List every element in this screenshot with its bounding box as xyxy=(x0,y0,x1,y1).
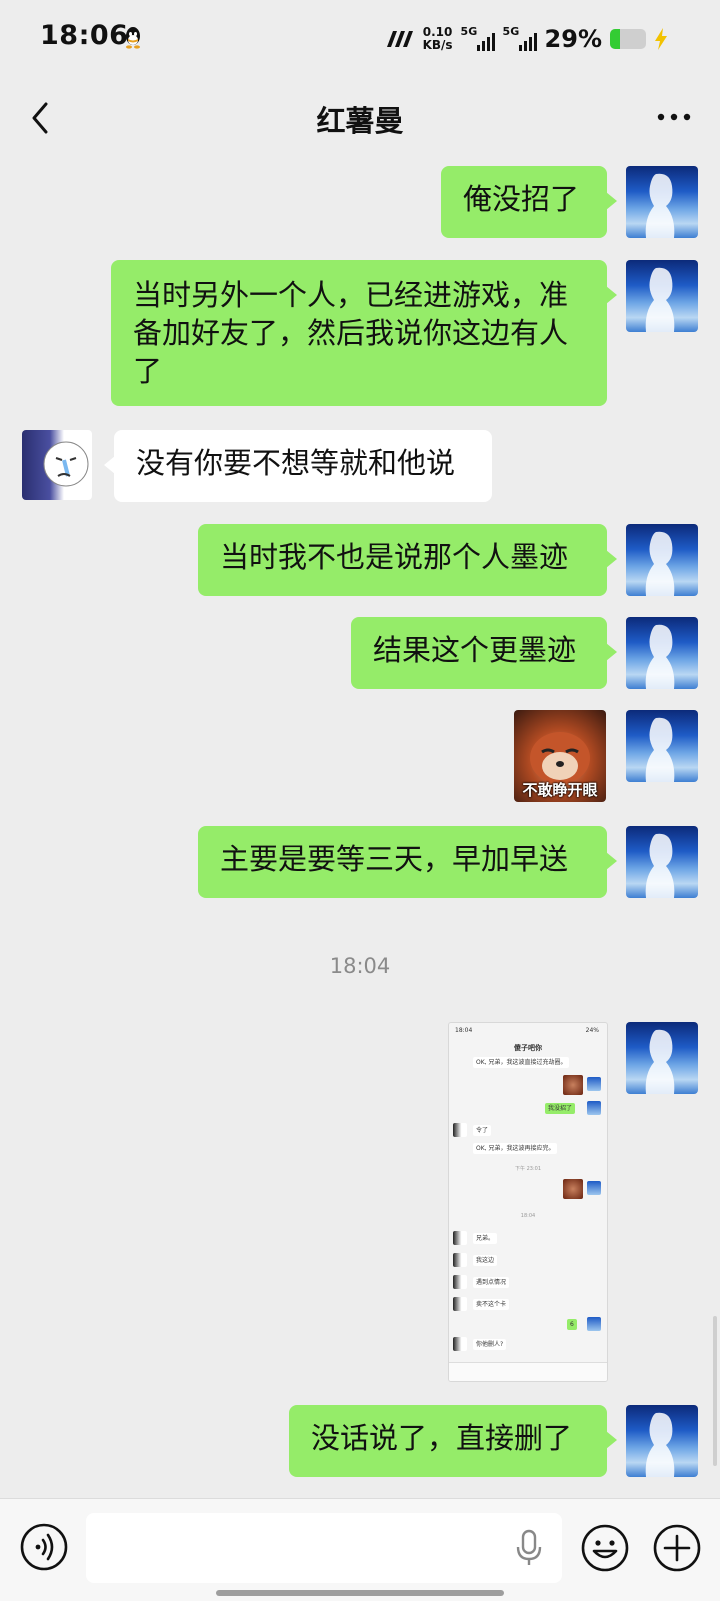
message-bubble-sent[interactable]: 俺没招了 xyxy=(441,166,617,238)
sticker-message[interactable]: 不敢睁开眼 xyxy=(514,710,606,802)
shot-avatar xyxy=(453,1123,467,1137)
avatar-me[interactable] xyxy=(626,617,698,689)
shot-line: 6 xyxy=(567,1319,577,1330)
shot-line: 令了 xyxy=(473,1125,492,1136)
battery-icon xyxy=(610,29,646,49)
emoji-icon[interactable] xyxy=(580,1523,630,1573)
shot-time-divider: 18:04 xyxy=(520,1213,536,1219)
chat-header: 红薯曼 xyxy=(0,76,720,160)
avatar-me[interactable] xyxy=(626,260,698,332)
shot-line: 兄弟。 xyxy=(473,1233,498,1244)
qq-icon xyxy=(126,27,140,49)
avatar-me[interactable] xyxy=(626,166,698,238)
chat-title: 红薯曼 xyxy=(316,104,404,138)
message-timestamp: 18:04 xyxy=(329,954,391,978)
shot-sticker xyxy=(563,1075,583,1095)
shot-avatar xyxy=(587,1101,601,1115)
shot-line: OK, 兄弟，我这波直接过充劫圈。 xyxy=(473,1057,570,1068)
more-dots-icon[interactable] xyxy=(656,112,692,122)
scrollbar[interactable] xyxy=(713,1316,717,1466)
shot-avatar xyxy=(453,1253,467,1267)
voice-icon[interactable] xyxy=(20,1523,68,1571)
plus-icon[interactable] xyxy=(652,1523,702,1573)
status-right: 0.10 KB/s 5G 5G 29% xyxy=(385,24,668,54)
net-speed-unit: KB/s xyxy=(422,38,453,52)
charging-icon xyxy=(655,28,667,50)
avatar-me[interactable] xyxy=(626,710,698,782)
signal-icon: 5G xyxy=(460,25,495,51)
shot-line: OK, 兄弟，我这波再接应完。 xyxy=(473,1143,558,1154)
shot-avatar xyxy=(453,1337,467,1351)
sim1-label: 5G xyxy=(460,25,478,38)
message-bubble-sent[interactable]: 主要是要等三天，早加早送 xyxy=(198,826,617,898)
input-bar xyxy=(0,1498,720,1601)
image-message[interactable]: 18:04 24% 傻子吧你 OK, 兄弟，我这波直接过充劫圈。 我没招了 令了… xyxy=(448,1022,608,1382)
avatar-me[interactable] xyxy=(626,524,698,596)
shot-avatar xyxy=(453,1231,467,1245)
shot-line: 我这边 xyxy=(473,1255,498,1266)
message-bubble-sent[interactable]: 没话说了，直接删了 xyxy=(289,1405,617,1477)
net-speed: 0.10 KB/s xyxy=(423,26,453,52)
shot-line: 卖不这个卡 xyxy=(473,1299,510,1310)
status-bar: 18:06 0.10 KB/s 5G 5G 29% xyxy=(0,0,720,76)
status-time: 18:06 xyxy=(40,20,129,51)
shot-avatar xyxy=(453,1275,467,1289)
shot-input-bar xyxy=(449,1362,607,1381)
shot-battery: 24% xyxy=(585,1027,599,1034)
network-icon xyxy=(386,31,413,47)
shot-sticker xyxy=(563,1179,583,1199)
shot-line: 你他删人? xyxy=(473,1339,507,1350)
shot-title: 傻子吧你 xyxy=(514,1044,542,1052)
shot-line: 我没招了 xyxy=(545,1103,576,1114)
sticker-caption: 不敢睁开眼 xyxy=(522,781,598,799)
avatar-contact[interactable] xyxy=(22,430,92,500)
battery-percent: 29% xyxy=(544,25,602,53)
avatar-me[interactable] xyxy=(626,826,698,898)
shot-line: 遇到点情况 xyxy=(473,1277,510,1288)
avatar-me[interactable] xyxy=(626,1022,698,1094)
shot-avatar xyxy=(587,1317,601,1331)
mic-icon[interactable] xyxy=(514,1529,544,1567)
shot-avatar xyxy=(587,1181,601,1195)
shot-avatar xyxy=(587,1077,601,1091)
signal-icon-2: 5G xyxy=(502,25,537,51)
message-bubble-received[interactable]: 没有你要不想等就和他说 xyxy=(104,430,492,502)
home-indicator[interactable] xyxy=(216,1590,504,1596)
shot-time-divider: 下午 23:01 xyxy=(515,1166,541,1172)
sim2-label: 5G xyxy=(502,25,520,38)
avatar-me[interactable] xyxy=(626,1405,698,1477)
shot-time: 18:04 xyxy=(455,1027,473,1034)
message-input[interactable] xyxy=(86,1513,562,1583)
shot-avatar xyxy=(453,1297,467,1311)
message-bubble-sent[interactable]: 结果这个更墨迹 xyxy=(351,617,617,689)
message-bubble-sent[interactable]: 当时另外一个人，已经进游戏，准备加好友了，然后我说你这边有人了 xyxy=(111,260,617,406)
message-bubble-sent[interactable]: 当时我不也是说那个人墨迹 xyxy=(198,524,617,596)
